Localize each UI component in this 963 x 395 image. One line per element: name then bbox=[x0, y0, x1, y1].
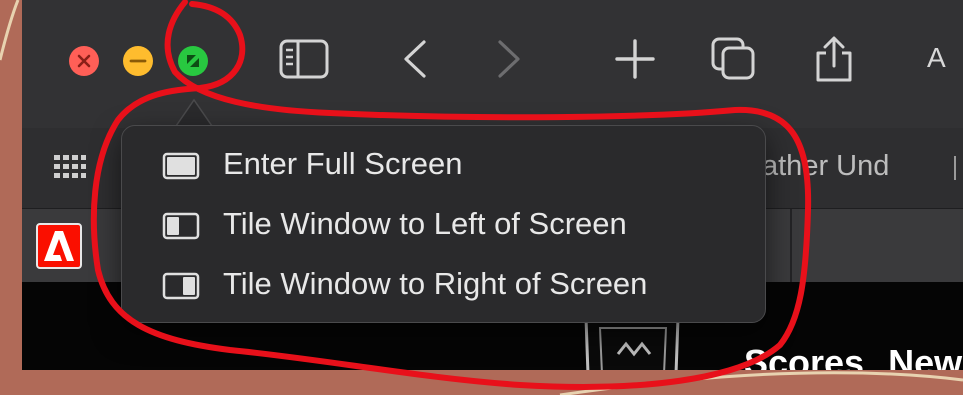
page-navigation: Scores New bbox=[744, 342, 963, 370]
adobe-a-icon bbox=[44, 231, 74, 261]
menu-item-tile-left[interactable]: Tile Window to Left of Screen bbox=[122, 196, 765, 254]
chevron-left-icon bbox=[404, 40, 426, 78]
new-tab-button[interactable] bbox=[609, 36, 661, 82]
toolbar: A bbox=[22, 0, 963, 129]
tile-right-icon bbox=[162, 272, 200, 300]
adobe-logo-icon[interactable] bbox=[36, 223, 82, 269]
chevron-right-icon bbox=[498, 40, 520, 78]
minimize-icon bbox=[129, 59, 147, 63]
full-screen-arrows-icon bbox=[187, 55, 199, 67]
share-button[interactable] bbox=[808, 36, 860, 82]
tile-left-icon bbox=[162, 212, 200, 240]
back-button[interactable] bbox=[392, 36, 444, 82]
menu-item-enter-full-screen[interactable]: Enter Full Screen bbox=[122, 136, 765, 194]
close-icon bbox=[77, 54, 91, 68]
toolbar-truncated-text: A bbox=[927, 42, 946, 73]
tab-separator bbox=[790, 209, 792, 282]
plus-icon bbox=[615, 39, 655, 79]
nav-link-news[interactable]: New bbox=[888, 342, 962, 370]
full-screen-icon bbox=[162, 152, 200, 180]
tab-overview-icon bbox=[711, 37, 755, 80]
grid-icon[interactable] bbox=[52, 152, 88, 182]
menu-pointer-arrow bbox=[174, 98, 214, 128]
menu-item-label: Tile Window to Left of Screen bbox=[223, 206, 627, 241]
zoom-window-button[interactable] bbox=[178, 46, 208, 76]
menu-item-label: Tile Window to Right of Screen bbox=[223, 266, 648, 301]
sidebar-icon bbox=[279, 39, 329, 79]
zoom-button-menu: Enter Full Screen Tile Window to Left of… bbox=[121, 125, 766, 323]
menu-item-tile-right[interactable]: Tile Window to Right of Screen bbox=[122, 256, 765, 314]
favorites-item-weather[interactable]: ather Und bbox=[762, 150, 889, 183]
forward-button[interactable] bbox=[484, 36, 536, 82]
favorites-separator bbox=[954, 156, 956, 180]
tab-overview-button[interactable] bbox=[708, 36, 760, 82]
sidebar-toggle-button[interactable] bbox=[278, 36, 330, 82]
minimize-window-button[interactable] bbox=[123, 46, 153, 76]
share-icon bbox=[816, 36, 852, 82]
menu-item-label: Enter Full Screen bbox=[223, 146, 463, 181]
close-window-button[interactable] bbox=[69, 46, 99, 76]
nav-link-scores[interactable]: Scores bbox=[744, 342, 864, 370]
